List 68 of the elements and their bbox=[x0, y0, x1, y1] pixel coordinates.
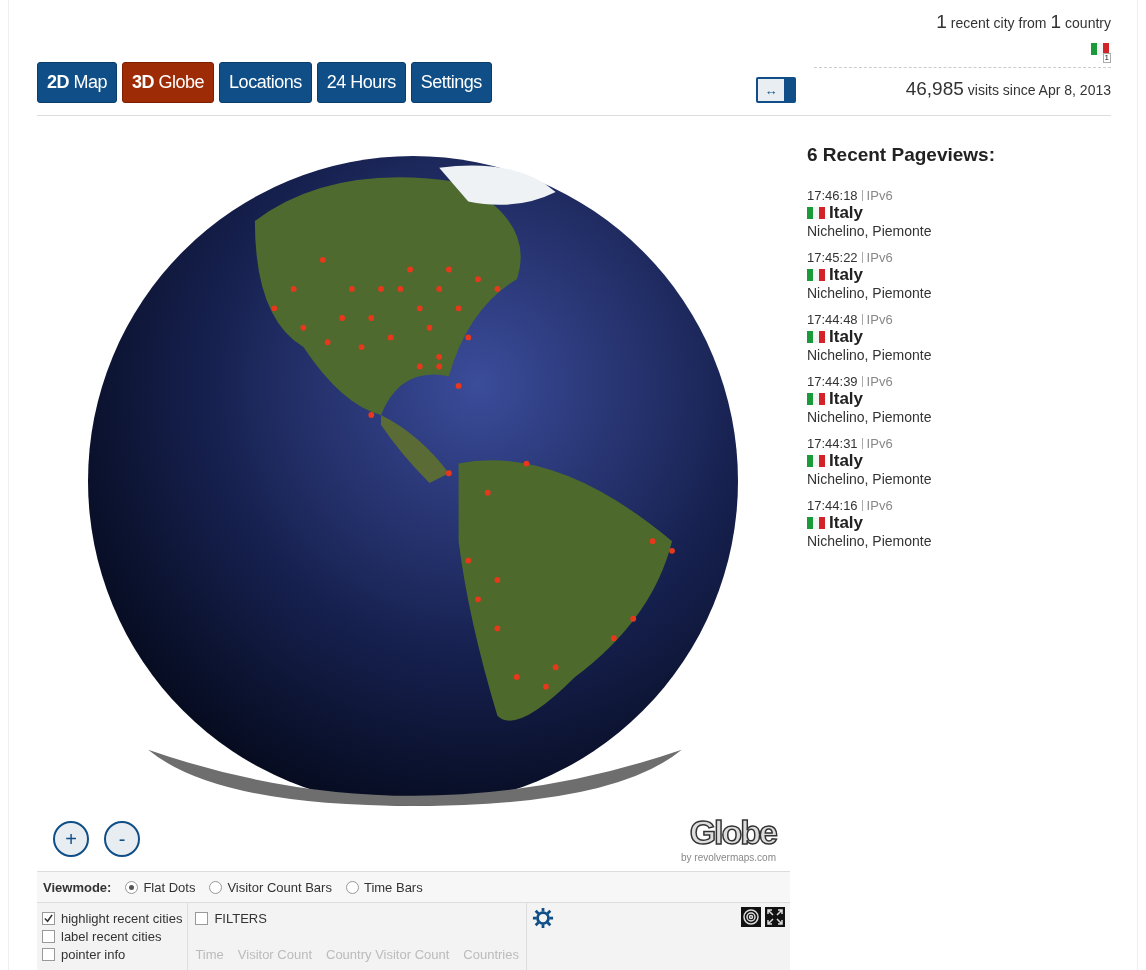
country-name: Italy bbox=[829, 327, 864, 347]
country-name: Italy bbox=[829, 513, 864, 533]
recent-title: 6 Recent Pageviews: bbox=[807, 144, 996, 166]
radio-label: Time Bars bbox=[363, 879, 423, 895]
italy-flag-icon bbox=[807, 331, 825, 343]
country-name: Italy bbox=[829, 389, 864, 409]
visit-time: 17:44:39 bbox=[807, 374, 858, 389]
place-name: Nichelino, Piemonte bbox=[807, 533, 933, 549]
checkbox[interactable] bbox=[42, 912, 55, 925]
viewmode-radio[interactable]: Time Bars bbox=[345, 879, 423, 895]
ip-version: IPv6 bbox=[866, 312, 893, 327]
fullscreen-icon[interactable] bbox=[765, 907, 785, 927]
viewmode-label: Viewmode: bbox=[43, 879, 112, 895]
italy-flag-icon bbox=[807, 517, 825, 529]
zoom-in-button[interactable]: + bbox=[53, 821, 89, 857]
country-count: 1 bbox=[1050, 11, 1062, 33]
credit-text: by revolvermaps.com bbox=[680, 852, 776, 863]
visit-time: 17:46:18 bbox=[807, 188, 858, 203]
ip-version: IPv6 bbox=[866, 250, 893, 265]
settings-icon[interactable] bbox=[531, 907, 554, 929]
visit-time: 17:45:22 bbox=[807, 250, 858, 265]
view-tab[interactable]: Locations bbox=[219, 62, 312, 103]
radio-icon[interactable] bbox=[345, 880, 359, 894]
target-icon[interactable] bbox=[741, 907, 761, 927]
visits-label: visits since Apr 8, 2013 bbox=[967, 82, 1111, 98]
checkbox-label: FILTERS bbox=[214, 911, 267, 926]
countries-label: country bbox=[1065, 15, 1111, 31]
place-name: Nichelino, Piemonte bbox=[807, 285, 933, 301]
view-tab[interactable]: 3D Globe bbox=[122, 62, 215, 103]
checkbox[interactable] bbox=[195, 912, 209, 925]
italy-flag-icon bbox=[1091, 43, 1109, 55]
checkbox-label: pointer info bbox=[61, 947, 126, 962]
place-name: Nichelino, Piemonte bbox=[807, 471, 933, 487]
visit-time: 17:44:48 bbox=[807, 312, 858, 327]
italy-flag-icon bbox=[807, 455, 825, 467]
radio-label: Flat Dots bbox=[143, 879, 196, 895]
radio-icon[interactable] bbox=[125, 880, 139, 894]
ip-version: IPv6 bbox=[866, 498, 893, 513]
cities-label: recent city from bbox=[950, 15, 1047, 31]
view-tab[interactable]: Settings bbox=[410, 62, 492, 103]
country-name: Italy bbox=[829, 265, 864, 285]
viewmode-radio[interactable]: Flat Dots bbox=[125, 879, 196, 895]
visit-count: 46,985 bbox=[905, 78, 964, 100]
italy-flag-icon bbox=[807, 207, 825, 219]
view-tab[interactable]: 24 Hours bbox=[316, 62, 406, 103]
view-tab[interactable]: 2D Map bbox=[37, 62, 118, 103]
checkbox[interactable] bbox=[42, 930, 55, 943]
visit-time: 17:44:31 bbox=[807, 436, 858, 451]
checkbox-label: highlight recent cities bbox=[61, 911, 183, 926]
visit-time: 17:44:16 bbox=[807, 498, 858, 513]
flag-count: 1 bbox=[1102, 53, 1111, 63]
italy-flag-icon bbox=[807, 269, 825, 281]
globe-logo: Globe bbox=[689, 813, 776, 852]
ip-version: IPv6 bbox=[866, 374, 893, 389]
country-name: Italy bbox=[829, 203, 864, 223]
checkbox[interactable] bbox=[42, 948, 55, 961]
checkbox-label: label recent cities bbox=[61, 929, 162, 944]
city-count: 1 bbox=[936, 11, 947, 33]
italy-flag-icon bbox=[807, 393, 825, 405]
expand-button[interactable]: ↔ bbox=[756, 77, 796, 103]
zoom-out-button[interactable]: - bbox=[104, 821, 140, 857]
radio-icon[interactable] bbox=[209, 880, 223, 894]
ip-version: IPv6 bbox=[866, 188, 893, 203]
place-name: Nichelino, Piemonte bbox=[807, 347, 933, 363]
place-name: Nichelino, Piemonte bbox=[807, 223, 933, 239]
country-name: Italy bbox=[829, 451, 864, 471]
ip-version: IPv6 bbox=[866, 436, 893, 451]
place-name: Nichelino, Piemonte bbox=[807, 409, 933, 425]
